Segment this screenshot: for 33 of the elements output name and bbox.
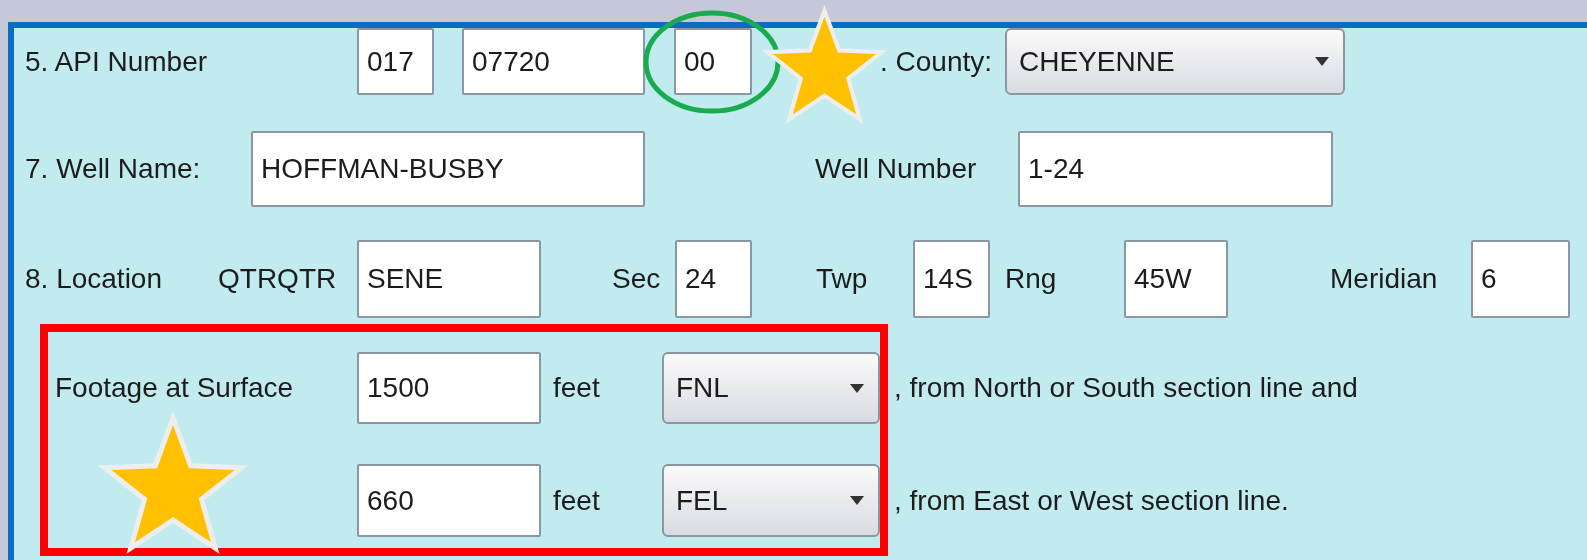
input-field[interactable]: 07720: [462, 28, 645, 95]
field-label: 7. Well Name:: [25, 153, 202, 185]
caret-icon: [850, 496, 864, 505]
description-text: , from East or West section line.: [894, 484, 1289, 517]
field-label: 5. API Number: [25, 45, 209, 78]
input-field[interactable]: 6: [1471, 240, 1570, 318]
input-field[interactable]: HOFFMAN-BUSBY: [251, 131, 645, 207]
county-dropdown[interactable]: CHEYENNE: [1005, 28, 1345, 95]
field-label: Well Number: [815, 153, 978, 185]
caret-icon: [850, 383, 864, 393]
field-label: Twp: [816, 263, 869, 295]
description-text: , from North or South section line and: [894, 372, 1358, 404]
input-field[interactable]: 00: [674, 28, 752, 95]
input-field[interactable]: 14S: [913, 240, 990, 318]
field-label: . County:: [880, 45, 994, 78]
unit-label: feet: [553, 484, 601, 517]
field-label: Rng: [1005, 263, 1058, 295]
input-field[interactable]: 45W: [1124, 240, 1228, 318]
input-field[interactable]: 660: [357, 464, 541, 537]
field-label: QTRQTR: [218, 263, 338, 295]
input-field[interactable]: 1500: [357, 352, 541, 424]
field-label: Meridian: [1330, 263, 1439, 295]
caret-icon: [1315, 57, 1329, 66]
input-field[interactable]: 017: [357, 28, 434, 95]
field-label: 8. Location: [25, 263, 163, 295]
input-field[interactable]: 1-24: [1018, 131, 1333, 207]
field-label: Sec: [612, 263, 662, 295]
field-label: Footage at Surface: [55, 372, 295, 404]
input-field[interactable]: SENE: [357, 240, 541, 318]
direction-dropdown[interactable]: FEL: [662, 464, 880, 537]
direction-dropdown[interactable]: FNL: [662, 352, 880, 424]
unit-label: feet: [553, 372, 601, 404]
input-field[interactable]: 24: [675, 240, 752, 318]
